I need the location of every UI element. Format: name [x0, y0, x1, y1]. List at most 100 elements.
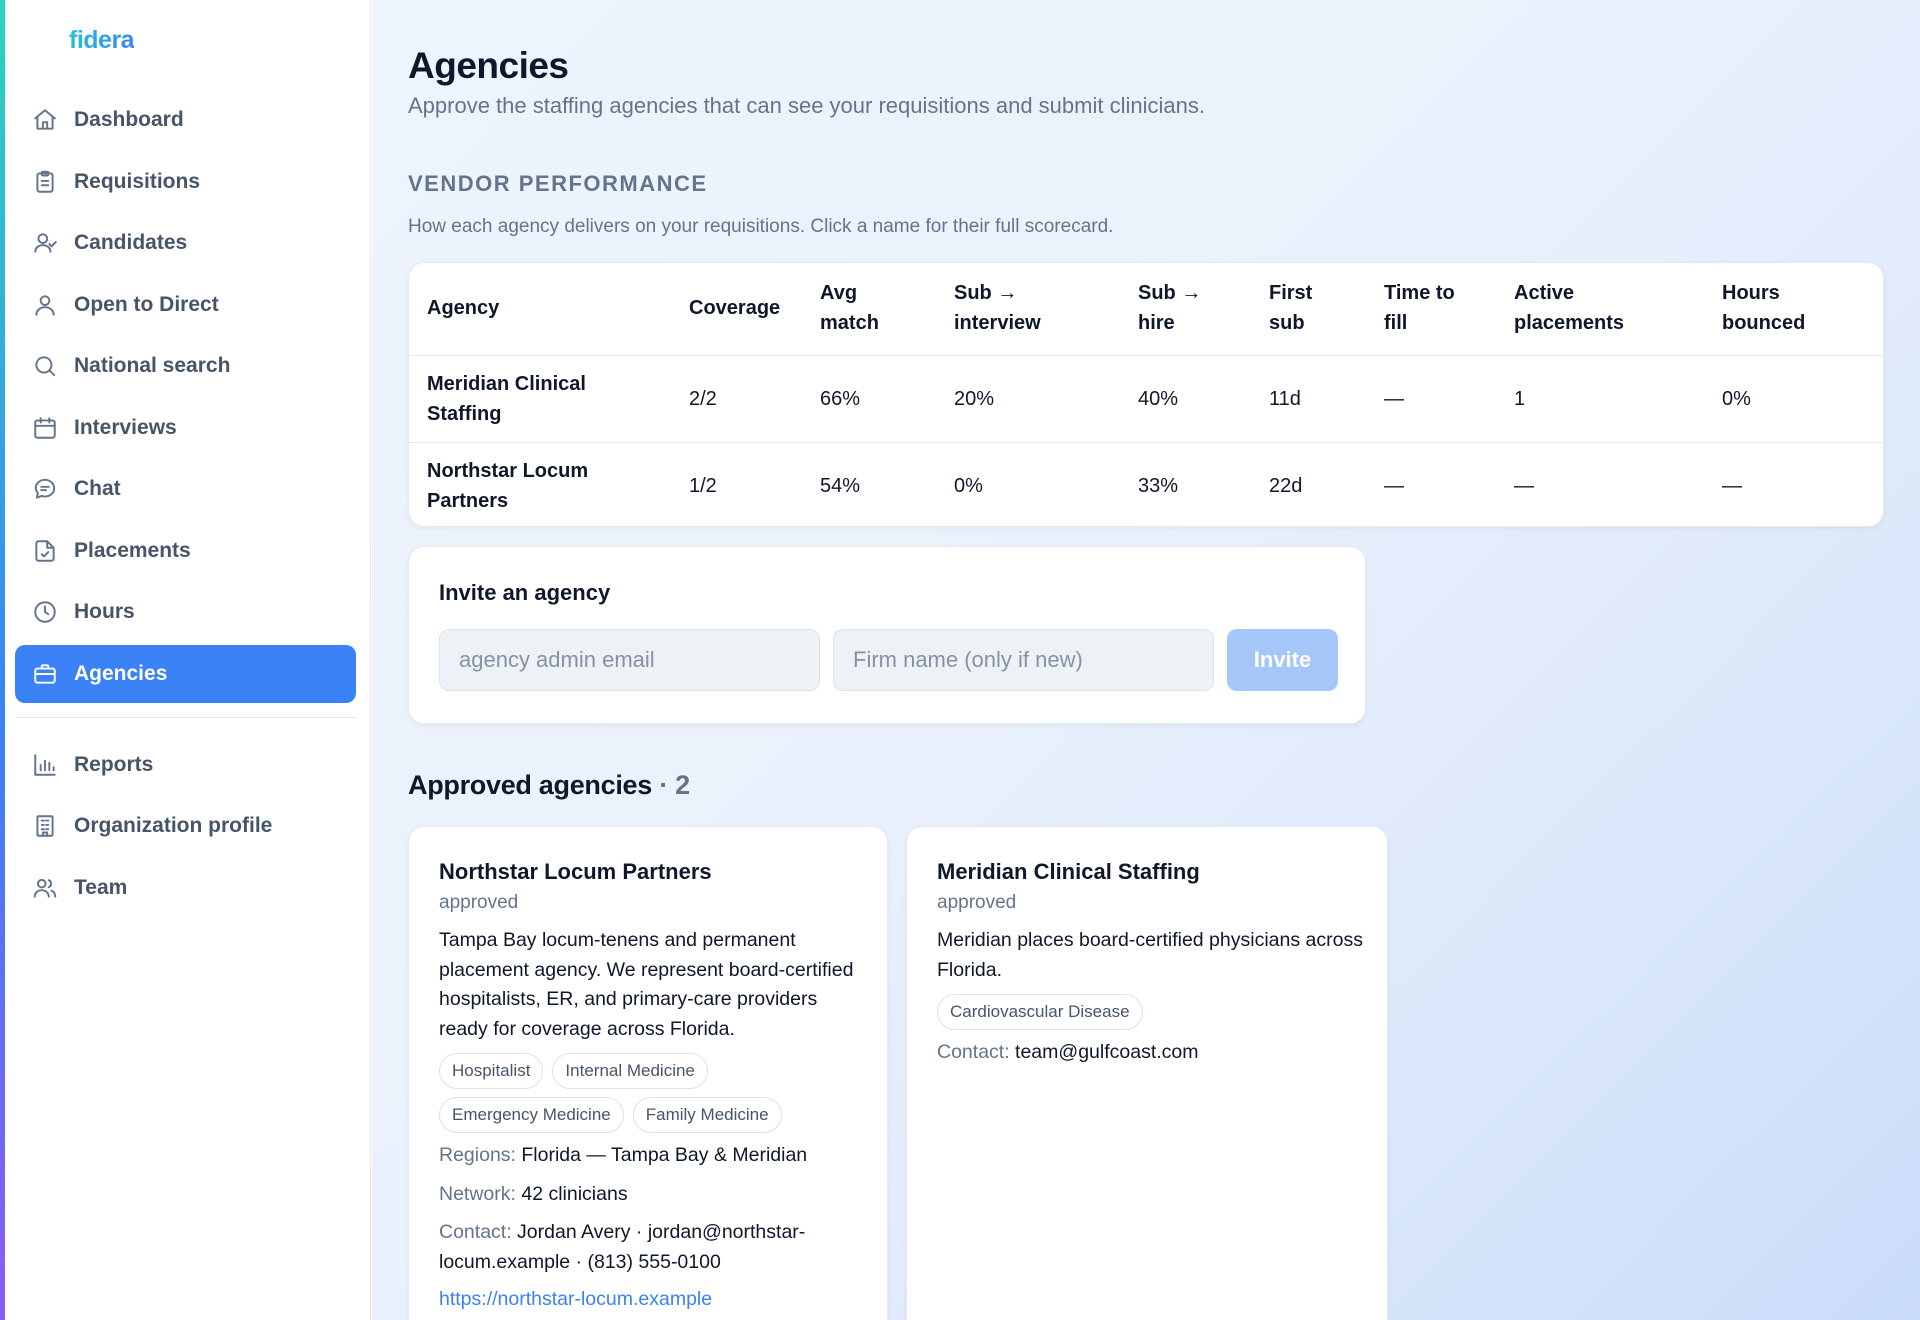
bar-chart-icon: [32, 752, 58, 778]
user-check-icon: [32, 230, 58, 256]
agency-name: Meridian Clinical Staffing: [937, 859, 1200, 884]
invite-button[interactable]: Invite: [1227, 629, 1338, 691]
table-row: Meridian Clinical Staffing 2/2 66% 20% 4…: [409, 354, 1883, 442]
agency-network: Network: 42 clinicians: [439, 1180, 863, 1210]
table-cell: —: [1704, 441, 1883, 526]
agency-description: Meridian places board-certified physicia…: [937, 929, 1363, 981]
sidebar-item-agencies[interactable]: Agencies: [15, 644, 356, 703]
network-label: Network:: [439, 1182, 516, 1205]
specialty-tag: Internal Medicine: [552, 1053, 708, 1089]
table-cell: 2/2: [671, 354, 802, 442]
sidebar-item-label: Interviews: [74, 415, 177, 439]
user-icon: [32, 292, 58, 318]
table-cell: 20%: [936, 354, 1120, 442]
column-header-sub-hire[interactable]: Sub → hire: [1120, 263, 1251, 355]
sidebar-divider: [15, 716, 356, 718]
column-header-active-placements[interactable]: Active placements: [1496, 263, 1704, 355]
file-check-icon: [32, 538, 58, 564]
column-header-hours-bounced[interactable]: Hours bounced: [1704, 263, 1883, 355]
briefcase-icon: [32, 661, 58, 687]
network-value: 42 clinicians: [521, 1182, 628, 1205]
table-cell: 0%: [936, 441, 1120, 526]
regions-label: Regions:: [439, 1144, 516, 1166]
sidebar-item-label: Agencies: [74, 661, 168, 685]
vendor-performance-table-card: Agency Coverage Avg match Sub → intervie…: [408, 262, 1884, 527]
column-header-time-to-fill[interactable]: Time to fill: [1366, 263, 1496, 355]
table-cell: 1/2: [671, 441, 802, 526]
column-header-coverage[interactable]: Coverage: [671, 263, 802, 355]
agency-description: Tampa Bay locum-tenens and permanent pla…: [439, 929, 854, 1040]
column-header-sub-interview[interactable]: Sub → interview: [936, 263, 1120, 355]
users-icon: [32, 875, 58, 901]
agency-email-input[interactable]: [439, 629, 820, 691]
building-icon: [32, 813, 58, 839]
table-cell: 0%: [1704, 354, 1883, 442]
vendor-performance-description: How each agency delivers on your requisi…: [408, 216, 1114, 237]
sidebar-item-placements[interactable]: Placements: [15, 522, 356, 580]
search-icon: [32, 353, 58, 379]
agency-contact: Contact: team@gulfcoast.com: [937, 1038, 1363, 1068]
sidebar-accent-bar: [0, 0, 5, 1320]
agency-name-link[interactable]: Meridian Clinical Staffing: [409, 354, 671, 442]
invite-title: Invite an agency: [439, 580, 611, 605]
sidebar-item-label: National search: [74, 354, 231, 377]
specialty-tags: Hospitalist Internal Medicine Emergency …: [439, 1053, 863, 1133]
contact-label: Contact:: [439, 1221, 512, 1243]
sidebar-item-requisitions[interactable]: Requisitions: [15, 153, 356, 211]
table-row: Northstar Locum Partners 1/2 54% 0% 33% …: [409, 441, 1883, 526]
sidebar-item-label: Placements: [74, 538, 191, 562]
sidebar-item-label: Requisitions: [74, 169, 201, 193]
page-title: Agencies: [408, 45, 569, 86]
approved-agencies-count: · 2: [659, 770, 690, 800]
approved-agencies-title: Approved agencies: [408, 770, 652, 800]
agency-status: approved: [439, 892, 519, 913]
sidebar-item-label: Candidates: [74, 231, 188, 254]
app-logo[interactable]: fidera: [69, 26, 135, 55]
sidebar-item-hours[interactable]: Hours: [15, 583, 356, 641]
column-header-avg-match[interactable]: Avg match: [802, 263, 936, 355]
table-cell: 1: [1496, 354, 1704, 442]
sidebar-item-candidates[interactable]: Candidates: [15, 214, 356, 272]
table-cell: —: [1496, 441, 1704, 526]
sidebar-item-national-search[interactable]: National search: [15, 337, 356, 395]
sidebar-item-label: Chat: [74, 477, 121, 500]
table-cell: 54%: [802, 441, 936, 526]
table-cell: —: [1366, 441, 1496, 526]
sidebar-item-chat[interactable]: Chat: [15, 460, 356, 518]
specialty-tag: Hospitalist: [439, 1053, 544, 1089]
agency-status: approved: [937, 892, 1017, 913]
clipboard-icon: [32, 169, 58, 195]
table-cell: 40%: [1120, 354, 1251, 442]
sidebar-nav: Dashboard Requisitions Candidates Open t…: [15, 91, 356, 920]
sidebar: fidera Dashboard Requisitions Candidates…: [0, 0, 371, 1320]
chat-icon: [32, 476, 58, 502]
page-subtitle: Approve the staffing agencies that can s…: [408, 93, 1205, 118]
sidebar-item-team[interactable]: Team: [15, 859, 356, 917]
specialty-tag: Emergency Medicine: [439, 1097, 624, 1133]
table-cell: 11d: [1251, 354, 1366, 442]
invite-agency-card: Invite an agency Invite: [408, 546, 1366, 724]
agency-card-meridian: Meridian Clinical Staffing approved Meri…: [906, 826, 1388, 1320]
sidebar-item-label: Hours: [74, 600, 135, 623]
agency-website-link[interactable]: https://northstar-locum.example: [439, 1285, 863, 1315]
home-icon: [32, 107, 58, 133]
sidebar-item-label: Reports: [74, 752, 154, 776]
agency-contact: Contact: Jordan Avery · jordan@northstar…: [439, 1218, 863, 1277]
agency-name: Northstar Locum Partners: [439, 859, 712, 884]
contact-label: Contact:: [937, 1041, 1010, 1063]
table-cell: 22d: [1251, 441, 1366, 526]
agency-name-link[interactable]: Northstar Locum Partners: [409, 441, 671, 526]
vendor-performance-table: Agency Coverage Avg match Sub → intervie…: [409, 263, 1883, 526]
sidebar-item-interviews[interactable]: Interviews: [15, 399, 356, 457]
regions-value: Florida — Tampa Bay & Meridian: [521, 1144, 808, 1166]
sidebar-item-dashboard[interactable]: Dashboard: [15, 91, 356, 149]
sidebar-item-open-to-direct[interactable]: Open to Direct: [15, 276, 356, 334]
sidebar-item-organization-profile[interactable]: Organization profile: [15, 797, 356, 855]
sidebar-item-reports[interactable]: Reports: [15, 736, 356, 794]
column-header-first-sub[interactable]: First sub: [1251, 263, 1366, 355]
column-header-agency[interactable]: Agency: [409, 263, 671, 355]
sidebar-item-label: Organization profile: [74, 814, 273, 837]
firm-name-input[interactable]: [833, 629, 1214, 691]
sidebar-item-label: Open to Direct: [74, 292, 219, 316]
specialty-tags: Cardiovascular Disease: [937, 994, 1363, 1030]
